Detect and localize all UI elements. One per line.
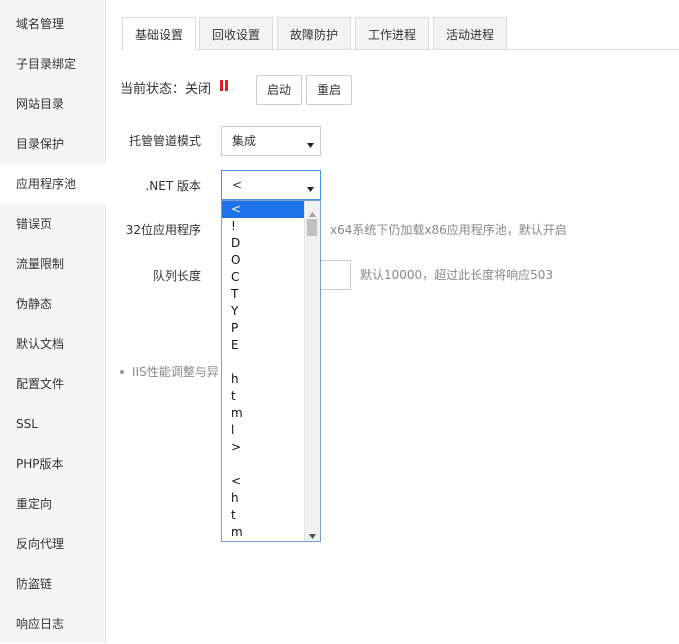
dropdown-option[interactable]: D <box>222 235 304 252</box>
sidebar-item-subdir-binding[interactable]: 子目录绑定 <box>0 44 105 84</box>
net-version-dropdown-list[interactable]: < ! D O C T Y P E h t m l > < h t m <box>221 200 321 542</box>
dropdown-option[interactable]: m <box>222 405 304 422</box>
status-value: 关闭 <box>185 82 212 97</box>
main-panel: 基础设置 回收设置 故障防护 工作进程 活动进程 当前状态：关闭 启动 重启 托… <box>106 0 679 643</box>
dropdown-option[interactable]: < <box>222 473 304 490</box>
sidebar-item-response-log[interactable]: 响应日志 <box>0 604 105 644</box>
dropdown-option[interactable]: l <box>222 422 304 439</box>
tab-active-process[interactable]: 活动进程 <box>433 17 507 49</box>
dropdown-option[interactable]: E <box>222 337 304 354</box>
tab-worker-process[interactable]: 工作进程 <box>355 17 429 49</box>
sidebar-item-dir-protect[interactable]: 目录保护 <box>0 124 105 164</box>
status-line: 当前状态：关闭 <box>120 80 229 100</box>
tab-bar: 基础设置 回收设置 故障防护 工作进程 活动进程 <box>122 17 679 50</box>
bullet-icon <box>120 369 124 374</box>
net-version-select[interactable]: < <box>221 170 321 200</box>
net-version-label: .NET 版本 <box>145 179 201 193</box>
sidebar: 域名管理 子目录绑定 网站目录 目录保护 应用程序池 错误页 流量限制 伪静态 … <box>0 0 106 643</box>
dropdown-option[interactable]: h <box>222 490 304 507</box>
sidebar-item-site-dir[interactable]: 网站目录 <box>0 84 105 124</box>
bit32-label: 32位应用程序 <box>125 223 201 237</box>
scroll-down-icon[interactable] <box>309 528 316 541</box>
sidebar-item-domain[interactable]: 域名管理 <box>0 4 105 44</box>
dropdown-option[interactable]: > <box>222 439 304 456</box>
dropdown-option[interactable]: ! <box>222 218 304 235</box>
dropdown-option[interactable] <box>222 456 304 473</box>
sidebar-item-config-file[interactable]: 配置文件 <box>0 364 105 404</box>
dropdown-option[interactable]: O <box>222 252 304 269</box>
net-version-value: < <box>232 178 243 192</box>
tip-text: IIS性能调整与异 <box>132 365 219 379</box>
dropdown-option[interactable]: T <box>222 286 304 303</box>
dropdown-scrollbar[interactable] <box>304 201 320 541</box>
sidebar-item-hotlink[interactable]: 防盗链 <box>0 564 105 604</box>
sidebar-item-redirect[interactable]: 重定向 <box>0 484 105 524</box>
dropdown-option[interactable]: m <box>222 524 304 541</box>
chevron-down-icon <box>307 182 314 196</box>
sidebar-item-php-version[interactable]: PHP版本 <box>0 444 105 484</box>
sidebar-item-reverse-proxy[interactable]: 反向代理 <box>0 524 105 564</box>
dropdown-option[interactable]: < <box>222 201 304 218</box>
sidebar-item-traffic-limit[interactable]: 流量限制 <box>0 244 105 284</box>
pause-icon <box>220 78 229 98</box>
dropdown-option[interactable] <box>222 354 304 371</box>
sidebar-item-app-pool[interactable]: 应用程序池 <box>0 164 106 204</box>
dropdown-option[interactable]: C <box>222 269 304 286</box>
sidebar-item-error-page[interactable]: 错误页 <box>0 204 105 244</box>
queue-length-hint: 默认10000，超过此长度将响应503 <box>360 268 554 282</box>
sidebar-item-default-doc[interactable]: 默认文档 <box>0 324 105 364</box>
scrollbar-thumb[interactable] <box>307 219 317 236</box>
chevron-down-icon <box>307 138 314 152</box>
queue-length-label: 队列长度 <box>152 269 201 283</box>
dropdown-option[interactable]: Y <box>222 303 304 320</box>
restart-button[interactable]: 重启 <box>306 75 352 105</box>
dropdown-option[interactable]: t <box>222 507 304 524</box>
dropdown-option[interactable]: P <box>222 320 304 337</box>
queue-length-input[interactable] <box>320 260 351 290</box>
sidebar-item-rewrite[interactable]: 伪静态 <box>0 284 105 324</box>
scroll-up-icon[interactable] <box>309 206 316 220</box>
tab-failure-protection[interactable]: 故障防护 <box>277 17 351 49</box>
status-prefix: 当前状态： <box>120 82 186 97</box>
tab-recycle-settings[interactable]: 回收设置 <box>199 17 273 49</box>
pipeline-mode-value: 集成 <box>232 134 257 148</box>
dropdown-option[interactable]: h <box>222 371 304 388</box>
pipeline-mode-label: 托管管道模式 <box>128 134 201 148</box>
bit32-hint: x64系统下仍加载x86应用程序池，默认开启 <box>330 223 567 237</box>
tab-basic-settings[interactable]: 基础设置 <box>122 17 196 50</box>
tip-note: IIS性能调整与异 <box>120 362 219 382</box>
pipeline-mode-select[interactable]: 集成 <box>221 126 321 156</box>
sidebar-item-ssl[interactable]: SSL <box>0 404 105 444</box>
start-button[interactable]: 启动 <box>256 75 302 105</box>
dropdown-option[interactable]: t <box>222 388 304 405</box>
